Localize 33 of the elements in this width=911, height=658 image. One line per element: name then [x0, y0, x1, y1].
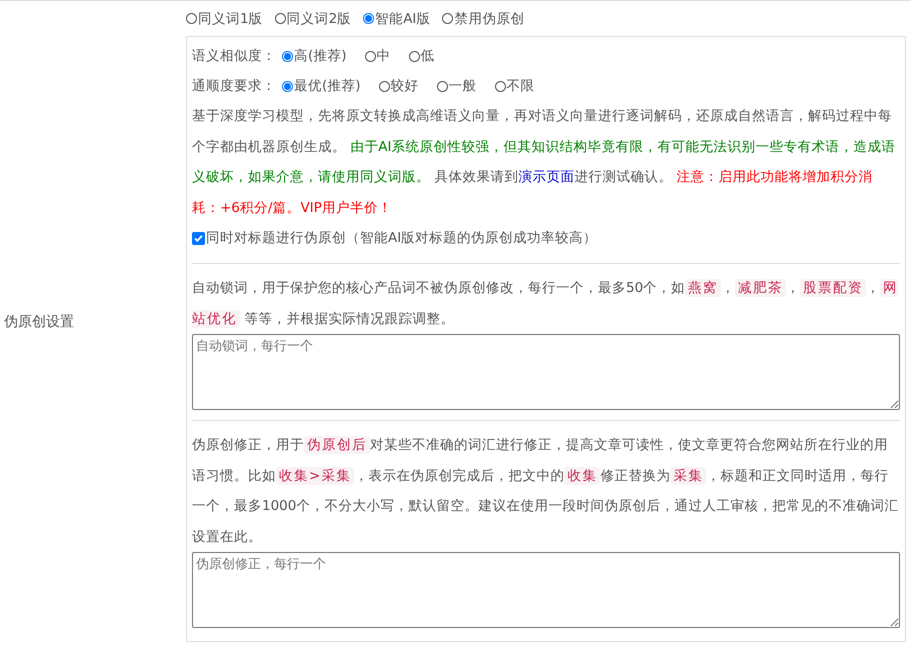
mode-radio[interactable]: 禁用伪原创 — [442, 10, 524, 28]
option-radio[interactable]: 最优(推荐) — [282, 77, 361, 95]
radio-icon[interactable] — [442, 13, 454, 24]
mode-radio[interactable]: 同义词2版 — [274, 10, 352, 28]
setting-label: 伪原创设置 — [3, 312, 74, 330]
option-radio[interactable]: 不限 — [494, 77, 535, 95]
section-description: 自动锁词，用于保护您的核心产品词不被伪原创修改，每行一个，最多50个，如 燕窝 ， 减肥茶 ， 股票配资 ， 网站优化 等等，并根据实际情况跟踪调整。 — [192, 278, 900, 330]
radio-icon[interactable] — [436, 80, 448, 92]
radio-icon[interactable] — [282, 80, 293, 92]
radio-icon[interactable] — [494, 80, 506, 92]
option-radio[interactable]: 一般 — [436, 77, 477, 95]
section-description: 伪原创修正，用于 伪原创后 对某些不准确的词汇进行修正，提高文章可读性，使文章更符合您网站所在行业的用语习惯。比如 收集>采集 ，表示在伪原创完成后，把文中的 收集 修正替换为 采集 ，标题和正文同时适用，每行一个，最多1000个，不分大小写，默认留空。建议在使用一段时间伪原创后，通过人工审核，把常见的不准确词汇设置在此。 — [192, 435, 900, 546]
option-radio[interactable]: 低 — [408, 47, 435, 65]
mode-radio[interactable]: 智能AI版 — [363, 10, 430, 28]
radio-icon[interactable] — [363, 13, 374, 24]
radio-icon[interactable] — [408, 50, 420, 62]
radio-icon[interactable] — [186, 13, 197, 24]
mode-radio[interactable]: 同义词1版 — [186, 10, 263, 28]
radio-icon[interactable] — [364, 50, 376, 62]
checkbox-icon[interactable] — [192, 232, 205, 244]
input-field[interactable]: 伪原创修正，每行一个 — [192, 552, 900, 628]
option-label: 通顺度要求： — [192, 77, 276, 95]
demo-link[interactable]: 演示页面 — [518, 169, 574, 185]
input-field[interactable]: 自动锁词，每行一个 — [192, 334, 900, 410]
ai-description: 基于深度学习模型，先将原文转换成高维语义向量，再对语义向量进行逐词解码，还原成自然语言，解码过程中每个字都由机器原创生成。 由于AI系统原创性较强，但其知识结构毕竟有限，有可能无法识别一些专有术语，造成语义破坏，如果介意，请使用同义词版。 具体效果请到演示页面进行测试确认。 注意：启用此功能将增加积分消耗：+6积分/篇。VIP用户半价！ — [192, 107, 897, 218]
option-radio[interactable]: 中 — [364, 47, 391, 65]
option-radio[interactable]: 较好 — [378, 77, 419, 95]
radio-icon[interactable] — [282, 50, 293, 62]
option-radio[interactable]: 高(推荐) — [282, 47, 347, 65]
radio-icon[interactable] — [274, 13, 286, 24]
radio-icon[interactable] — [378, 80, 390, 92]
option-label: 语义相似度： — [192, 47, 276, 65]
title-checkbox[interactable]: 同时对标题进行伪原创（智能AI版对标题的伪原创成功率较高） — [192, 223, 900, 253]
